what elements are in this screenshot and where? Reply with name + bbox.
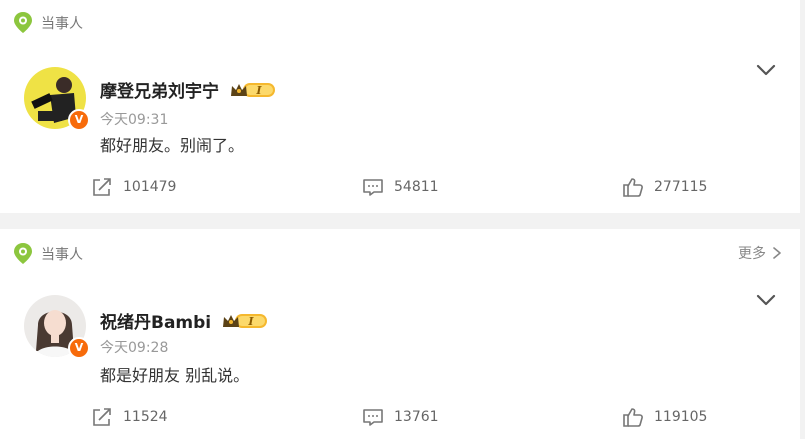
user-name[interactable]: 摩登兄弟刘宇宁 bbox=[100, 77, 219, 102]
like-button[interactable]: 119105 bbox=[622, 406, 707, 428]
like-button[interactable]: 277115 bbox=[622, 176, 707, 198]
post-tag: 当事人 bbox=[13, 242, 83, 266]
comment-button[interactable]: 54811 bbox=[362, 176, 439, 198]
location-pin-icon bbox=[14, 243, 32, 264]
post-time[interactable]: 今天09:31 bbox=[100, 109, 168, 129]
comment-button[interactable]: 13761 bbox=[362, 406, 439, 428]
post-tag: 当事人 bbox=[13, 11, 83, 35]
post-content: 都是好朋友 别乱说。 bbox=[100, 366, 250, 385]
post-time[interactable]: 今天09:28 bbox=[100, 337, 168, 357]
like-count: 277115 bbox=[654, 179, 708, 195]
vip-level: I bbox=[248, 315, 255, 328]
vip-level: I bbox=[255, 84, 262, 97]
verified-badge: V bbox=[68, 337, 90, 359]
user-name[interactable]: 祝绪丹Bambi bbox=[100, 308, 211, 333]
repost-button[interactable]: 101479 bbox=[91, 176, 176, 198]
like-icon bbox=[623, 408, 643, 427]
comment-count: 54811 bbox=[394, 179, 439, 195]
vip-crown-badge-icon[interactable]: I bbox=[229, 80, 277, 100]
comment-count: 13761 bbox=[394, 409, 439, 425]
repost-icon bbox=[93, 408, 111, 426]
chevron-down-icon[interactable] bbox=[756, 294, 776, 306]
verified-badge: V bbox=[68, 109, 90, 131]
avatar[interactable]: V bbox=[24, 295, 90, 359]
repost-button[interactable]: 11524 bbox=[91, 406, 168, 428]
comment-icon bbox=[363, 179, 383, 196]
more-link[interactable]: 更多 bbox=[738, 243, 782, 263]
more-label: 更多 bbox=[738, 246, 766, 262]
chevron-right-icon bbox=[773, 247, 781, 259]
action-bar: 101479 54811 277115 bbox=[0, 176, 800, 200]
like-icon bbox=[623, 178, 643, 197]
tag-label: 当事人 bbox=[41, 247, 83, 263]
repost-count: 101479 bbox=[123, 179, 177, 195]
action-bar: 11524 13761 119105 bbox=[0, 406, 800, 430]
post-content: 都好朋友。别闹了。 bbox=[100, 136, 245, 155]
repost-icon bbox=[93, 178, 111, 196]
post-card: 当事人 更多 V 祝绪丹Bambi I 今天09:28 都是好朋友 别乱说。 1… bbox=[0, 229, 800, 439]
repost-count: 11524 bbox=[123, 409, 168, 425]
comment-icon bbox=[363, 409, 383, 426]
like-count: 119105 bbox=[654, 409, 708, 425]
location-pin-icon bbox=[14, 12, 32, 33]
vip-crown-badge-icon[interactable]: I bbox=[221, 311, 269, 331]
avatar[interactable]: V bbox=[24, 67, 90, 131]
tag-label: 当事人 bbox=[41, 16, 83, 32]
chevron-down-icon[interactable] bbox=[756, 64, 776, 76]
post-card: 当事人 V 摩登兄弟刘宇宁 I 今天09:31 都好朋友。别闹了。 101479… bbox=[0, 0, 800, 213]
